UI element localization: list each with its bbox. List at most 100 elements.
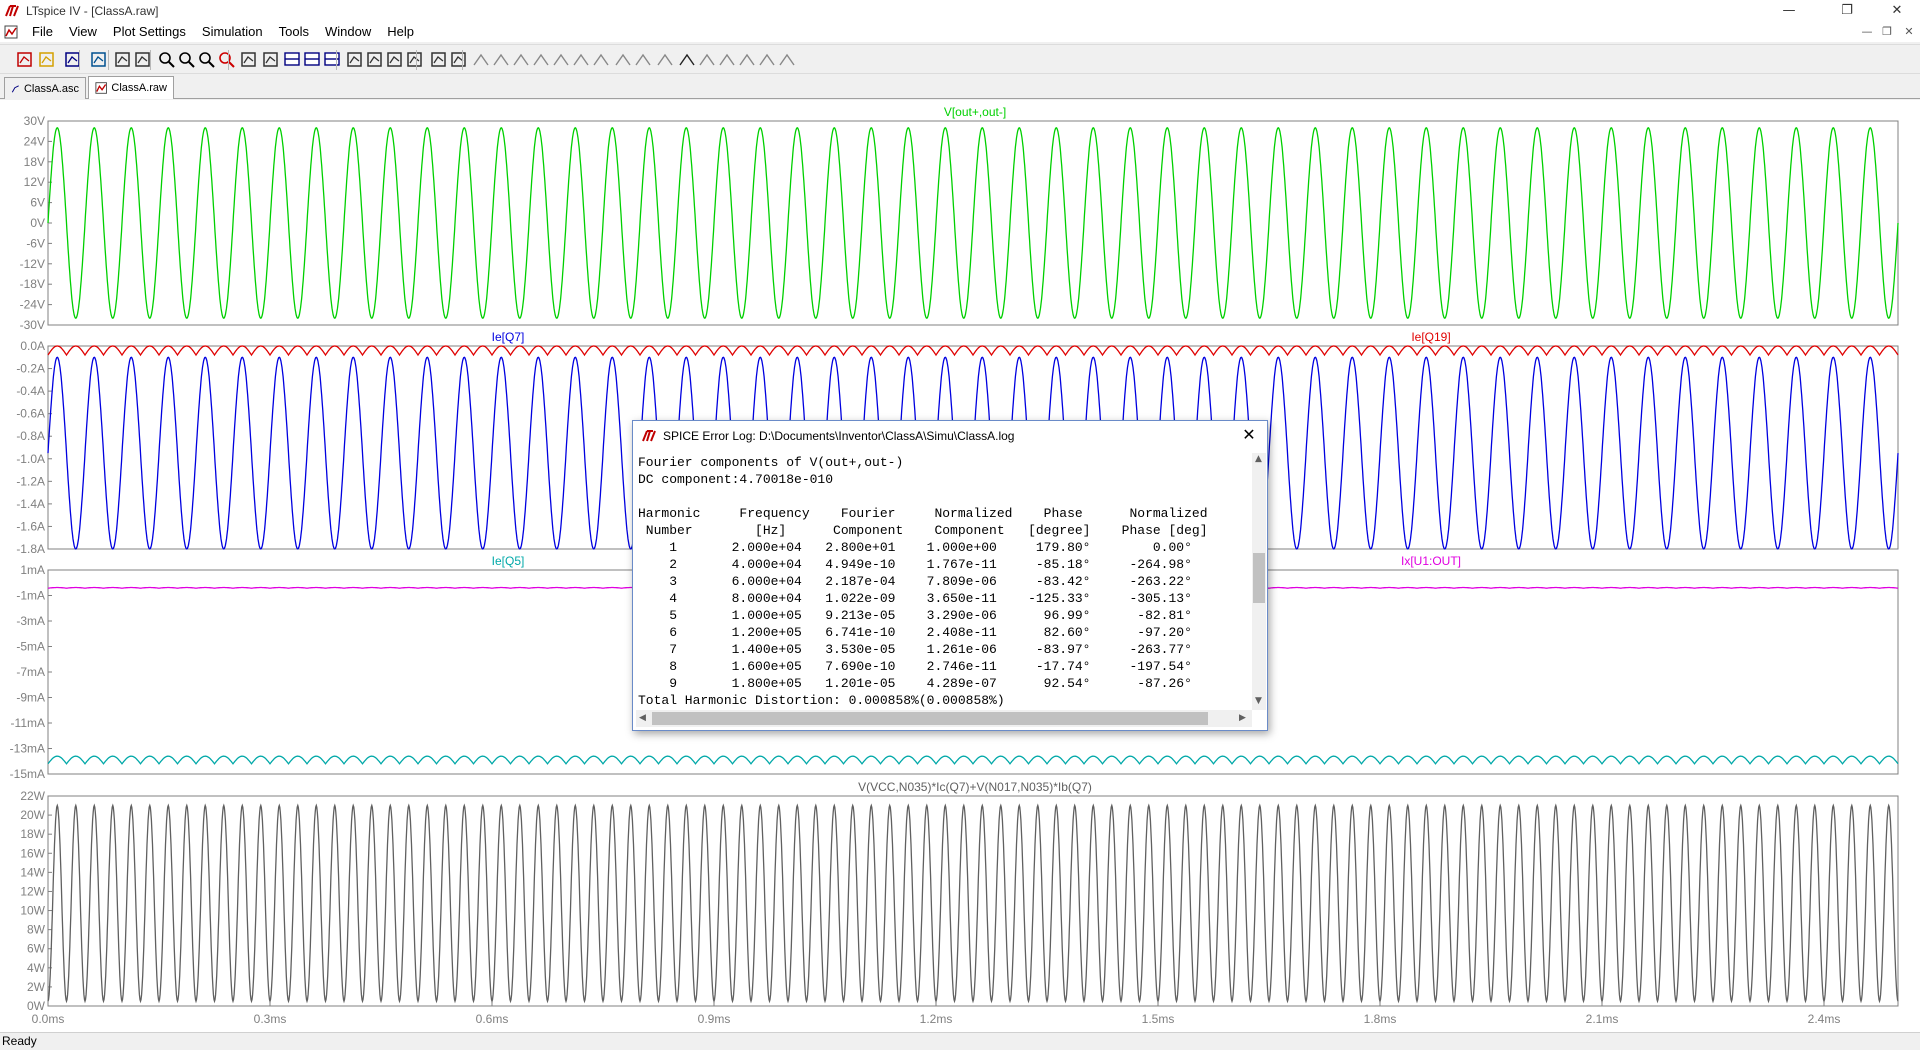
capacitor-icon[interactable] (550, 49, 572, 71)
run-icon[interactable] (112, 49, 134, 71)
scroll-right-icon[interactable]: ▶ (1239, 713, 1246, 723)
zoom-out-icon[interactable] (176, 49, 198, 71)
trace-label[interactable]: V(VCC,N035)*Ic(Q7)+V(N017,N035)*Ib(Q7) (858, 780, 1092, 794)
text-icon[interactable] (756, 49, 778, 71)
redo-icon[interactable] (696, 49, 718, 71)
y-tick-label: -1.8A (16, 542, 45, 556)
trace-ie-q5-[interactable] (47, 755, 1899, 765)
document-tabs: ClassA.asc ClassA.raw (0, 75, 1920, 99)
restore-button[interactable]: ❐ (1824, 0, 1870, 22)
cascade-icon[interactable] (322, 49, 344, 71)
tab-label: ClassA.raw (111, 82, 167, 94)
y-tick-label: -7mA (16, 665, 45, 679)
save-icon[interactable] (62, 49, 84, 71)
resistor-icon[interactable] (530, 49, 552, 71)
diode-icon[interactable] (590, 49, 612, 71)
scroll-down-icon[interactable]: ▼ (1255, 696, 1262, 706)
y-tick-label: -1.6A (16, 519, 45, 533)
dialog-title: SPICE Error Log: D:\Documents\Inventor\C… (663, 429, 1015, 443)
trace-label[interactable]: Ie[Q5] (492, 554, 525, 568)
vertical-scroll-thumb[interactable] (1253, 553, 1265, 603)
zoom-cancel-icon[interactable] (216, 49, 238, 71)
menu-restore-button[interactable]: ❐ (1876, 22, 1898, 42)
log-line: Harmonic Frequency Fourier Normalized Ph… (638, 506, 1208, 521)
print-icon[interactable] (448, 49, 470, 71)
dialog-title-bar[interactable]: SPICE Error Log: D:\Documents\Inventor\C… (633, 421, 1267, 451)
rotate-icon[interactable] (716, 49, 738, 71)
trace-label[interactable]: Ix[U1:OUT] (1401, 554, 1461, 568)
zoom-full-icon[interactable] (196, 49, 218, 71)
ground-icon[interactable] (490, 49, 512, 71)
menu-plot-settings[interactable]: Plot Settings (105, 22, 194, 42)
y-tick-label: 16W (20, 846, 45, 860)
spice-directive-icon[interactable] (776, 49, 798, 71)
copy-icon[interactable] (364, 49, 386, 71)
paste-icon[interactable] (384, 49, 406, 71)
toolbar-separator (228, 50, 229, 70)
log-line: 5 1.000e+05 9.213e-05 3.290e-06 96.99° -… (638, 608, 1192, 623)
scroll-up-icon[interactable]: ▲ (1255, 454, 1262, 464)
toolbar-separator (79, 50, 80, 70)
horizontal-scrollbar[interactable]: ◀ ▶ (636, 710, 1252, 727)
scroll-left-icon[interactable]: ◀ (639, 713, 646, 723)
menu-window[interactable]: Window (317, 22, 379, 42)
tile-vertical-icon[interactable] (302, 49, 324, 71)
drag-icon[interactable] (654, 49, 676, 71)
y-tick-label: 10W (20, 904, 45, 918)
log-line: Number [Hz] Component Component [degree]… (638, 523, 1208, 538)
wire-icon[interactable] (470, 49, 492, 71)
toolbar-separator (336, 50, 337, 70)
y-tick-label: -11mA (11, 716, 45, 730)
tab-classa-raw[interactable]: ClassA.raw (88, 76, 174, 99)
trace-label[interactable]: Ie[Q19] (1411, 330, 1450, 344)
y-tick-label: 6V (30, 196, 45, 210)
y-tick-label: 0W (27, 999, 46, 1013)
close-icon[interactable]: ✕ (1239, 425, 1259, 445)
y-tick-label: -15mA (10, 767, 45, 781)
trace-label[interactable]: V[out+,out-] (944, 105, 1006, 119)
cut-icon[interactable] (344, 49, 366, 71)
menu-file[interactable]: File (24, 22, 61, 42)
y-tick-label: 0V (30, 216, 45, 230)
close-window-button[interactable]: ✕ (1874, 0, 1920, 22)
undo-icon[interactable] (676, 49, 698, 71)
vertical-scrollbar[interactable]: ▲ ▼ (1252, 453, 1266, 710)
print-preview-icon[interactable] (428, 49, 450, 71)
inductor-icon[interactable] (570, 49, 592, 71)
trace-ie-q19-[interactable] (47, 345, 1899, 357)
toolbar (0, 44, 1920, 74)
component-icon[interactable] (612, 49, 634, 71)
minimize-button[interactable]: — (1766, 0, 1812, 22)
trace-v-vcc-n035-ic-q7-v-n017-n035-ib-q7-[interactable] (47, 803, 1899, 1004)
menu-tools[interactable]: Tools (271, 22, 317, 42)
mirror-icon[interactable] (736, 49, 758, 71)
y-tick-label: -6V (26, 236, 45, 250)
control-panel-icon[interactable] (88, 49, 110, 71)
log-line: 7 1.400e+05 3.530e-05 1.261e-06 -83.97° … (638, 642, 1192, 657)
horizontal-scroll-thumb[interactable] (652, 712, 1208, 725)
tile-horizontal-icon[interactable] (282, 49, 304, 71)
y-tick-label: 22W (20, 789, 45, 803)
y-tick-label: 18W (20, 827, 45, 841)
menu-simulation[interactable]: Simulation (194, 22, 271, 42)
plot-pane-4[interactable]: 22W 20W 18W 16W 14W 12W 10W 8W 6W 4W 2W 0W0.0ms 0.3m… (20, 780, 1899, 1026)
y-tick-label: -3mA (16, 614, 45, 628)
trace-v-out-out-[interactable] (47, 126, 1899, 320)
menu-help[interactable]: Help (379, 22, 422, 42)
menu-close-button[interactable]: ✕ (1898, 22, 1920, 42)
find-icon[interactable] (404, 49, 426, 71)
zoom-in-icon[interactable] (156, 49, 178, 71)
log-text[interactable]: Fourier components of V(out+,out-) DC com… (636, 453, 1252, 710)
trace-label[interactable]: Ie[Q7] (492, 330, 525, 344)
menu-minimize-button[interactable]: — (1856, 22, 1878, 42)
plot-pane-1[interactable]: 30V 24V 18V 12V 6V 0V -6V -12V -18V -24V -30V V[out… (20, 105, 1899, 332)
autorange-icon[interactable] (238, 49, 260, 71)
x-tick-label: 0.6ms (476, 1012, 509, 1026)
add-trace-icon[interactable] (260, 49, 282, 71)
label-icon[interactable] (510, 49, 532, 71)
move-icon[interactable] (632, 49, 654, 71)
open-icon[interactable] (36, 49, 58, 71)
tab-classa-asc[interactable]: ClassA.asc (4, 77, 86, 99)
menu-view[interactable]: View (61, 22, 105, 42)
new-schematic-icon[interactable] (14, 49, 36, 71)
